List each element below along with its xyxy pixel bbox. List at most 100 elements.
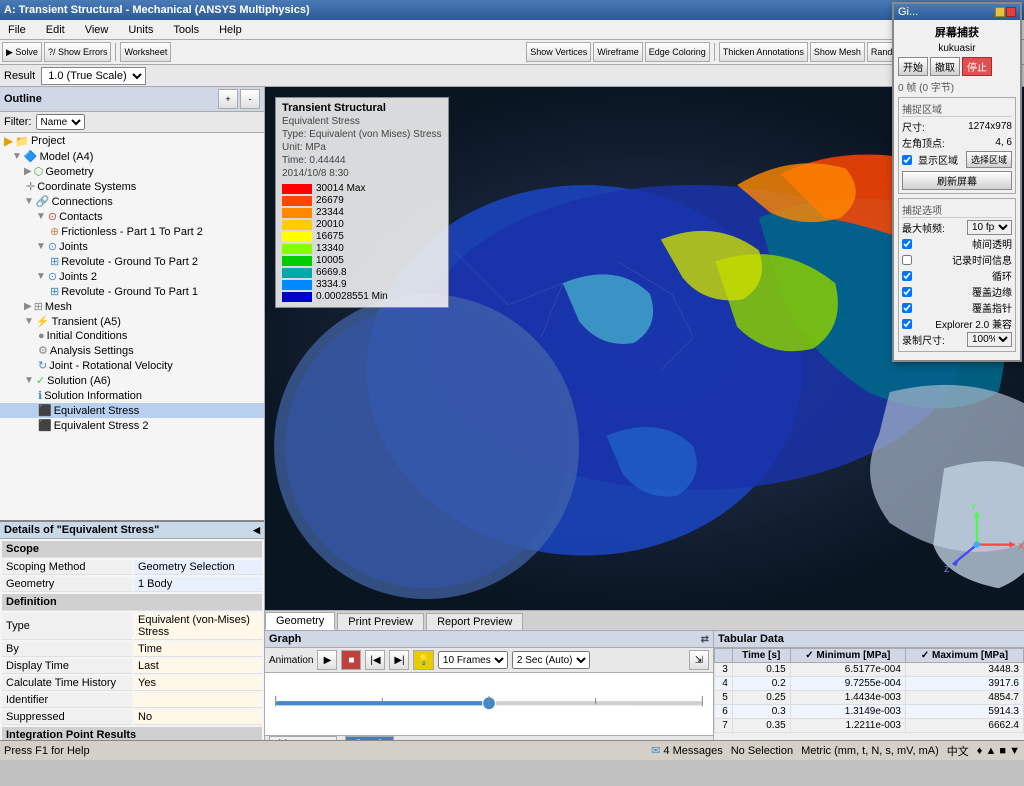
menu-file[interactable]: File xyxy=(2,22,32,38)
tree-mesh[interactable]: ▶ ⊞ Mesh xyxy=(0,299,264,314)
float-close-btn[interactable] xyxy=(1006,7,1016,17)
animation-frame2-btn[interactable]: ▶| xyxy=(389,650,409,670)
start-button[interactable]: 开始 xyxy=(898,57,928,76)
result-bar: Result 1.0 (True Scale) Probe xyxy=(0,65,1024,87)
fps-select[interactable]: 10 fps xyxy=(967,220,1012,235)
tree-joints[interactable]: ▼ ⊙ Joints xyxy=(0,239,264,254)
selection-status: No Selection xyxy=(731,745,793,757)
tree-equiv-stress2[interactable]: ⬛ Equivalent Stress 2 xyxy=(0,418,264,433)
show-vertices-button[interactable]: Show Vertices xyxy=(526,42,591,62)
graph-area xyxy=(265,673,713,735)
select-area-btn[interactable]: 选择区域 xyxy=(966,151,1012,168)
outline-collapse-btn[interactable]: - xyxy=(240,89,260,109)
details-table: Scope Scoping MethodGeometry Selection G… xyxy=(0,539,264,740)
worksheet-button[interactable]: Worksheet xyxy=(120,42,171,62)
tree-init-cond[interactable]: ● Initial Conditions xyxy=(0,329,264,343)
tree-analysis-settings[interactable]: ⚙ Analysis Settings xyxy=(0,343,264,358)
svg-text:X: X xyxy=(1018,541,1024,551)
tree-revolute1[interactable]: ⊞ Revolute - Ground To Part 2 xyxy=(0,254,264,269)
table-row[interactable]: 30.156.5177e-0043448.3 xyxy=(715,663,1024,677)
loop-checkbox[interactable] xyxy=(902,271,912,281)
animation-stop-btn[interactable]: ■ xyxy=(341,650,361,670)
tree-joint-velocity[interactable]: ↻ Joint - Rotational Velocity xyxy=(0,358,264,373)
cover-pointer-checkbox[interactable] xyxy=(902,303,912,313)
float-username: kukuasir xyxy=(898,43,1016,54)
tab-print-preview[interactable]: Print Preview xyxy=(337,613,424,630)
semi-transparent-checkbox[interactable] xyxy=(902,239,912,249)
animation-frame1-btn[interactable]: |◀ xyxy=(365,650,385,670)
tree-revolute2[interactable]: ⊞ Revolute - Ground To Part 1 xyxy=(0,284,264,299)
animation-play-btn[interactable]: ▶ xyxy=(317,650,337,670)
float-minimize-btn[interactable] xyxy=(995,7,1005,17)
table-row[interactable]: 40.29.7255e-0043917.6 xyxy=(715,677,1024,691)
menu-tools[interactable]: Tools xyxy=(167,22,205,38)
tree-geometry[interactable]: ▶ ⬡ Geometry xyxy=(0,164,264,179)
messages-tab[interactable]: Messages xyxy=(269,736,337,740)
solve-button[interactable]: ▶ Solve xyxy=(2,42,42,62)
stop-button[interactable]: 停止 xyxy=(962,57,992,76)
graph-header: Graph ⇄ xyxy=(265,631,713,648)
explorer-checkbox[interactable] xyxy=(902,319,912,329)
details-expand-icon: ◀ xyxy=(253,525,260,536)
tree-connections[interactable]: ▼ 🔗 Connections xyxy=(0,194,264,209)
float-title-bar: Gi... xyxy=(894,4,1020,20)
tree-project[interactable]: ▶ 📁 Project xyxy=(0,133,264,149)
outline-expand-btn[interactable]: + xyxy=(218,89,238,109)
legend-date: 2014/10/8 8:30 xyxy=(282,168,442,179)
tree-equiv-stress[interactable]: ⬛ Equivalent Stress xyxy=(0,403,264,418)
graph-controls: Animation ▶ ■ |◀ ▶| 💡 10 Frames 2 Sec (A… xyxy=(265,648,713,673)
app-title: A: Transient Structural - Mechanical (AN… xyxy=(4,4,310,16)
tree-contacts[interactable]: ▼ ⊙ Contacts xyxy=(0,209,264,224)
tree-frictionless[interactable]: ⊕ Frictionless - Part 1 To Part 2 xyxy=(0,224,264,239)
record-time-checkbox[interactable] xyxy=(902,255,912,265)
help-text: Press F1 for Help xyxy=(4,745,90,757)
section-scope: Scope xyxy=(2,541,262,558)
menu-help[interactable]: Help xyxy=(213,22,248,38)
tree-solution-info[interactable]: ℹ Solution Information xyxy=(0,388,264,403)
status-icons: ♦ ▲ ■ ▼ xyxy=(977,745,1020,757)
bottom-area: Graph ⇄ Animation ▶ ■ |◀ ▶| 💡 10 Frames … xyxy=(265,630,1024,740)
float-app-title: 屏幕捕获 xyxy=(898,24,1016,40)
filter-bar: Filter: Name xyxy=(0,112,264,133)
col-maximum: ✓ Maximum [MPa] xyxy=(905,649,1023,663)
cancel-button[interactable]: 撤取 xyxy=(930,57,960,76)
frames-select[interactable]: 10 Frames xyxy=(438,651,508,669)
record-size-select[interactable]: 100% xyxy=(967,332,1012,347)
show-area-checkbox[interactable] xyxy=(902,155,912,165)
thicken-button[interactable]: Thicken Annotations xyxy=(719,42,808,62)
cover-edge-checkbox[interactable] xyxy=(902,287,912,297)
menu-units[interactable]: Units xyxy=(122,22,159,38)
col-row xyxy=(715,649,733,663)
tree-coord-systems[interactable]: ✛ Coordinate Systems xyxy=(0,179,264,194)
table-row[interactable]: 70.351.2211e-0036662.4 xyxy=(715,719,1024,733)
tabular-table: Time [s] ✓ Minimum [MPa] ✓ Maximum [MPa]… xyxy=(714,648,1024,733)
menu-edit[interactable]: Edit xyxy=(40,22,71,38)
tree-model[interactable]: ▼ 🔷 Model (A4) xyxy=(0,149,264,164)
result-label: Result xyxy=(4,70,35,82)
tab-report-preview[interactable]: Report Preview xyxy=(426,613,523,630)
tree-joints2[interactable]: ▼ ⊙ Joints 2 xyxy=(0,269,264,284)
table-row[interactable]: 60.31.3149e-0035914.3 xyxy=(715,705,1024,719)
show-errors-button[interactable]: ?/ Show Errors xyxy=(44,42,112,62)
graph-tab[interactable]: Graph xyxy=(345,736,394,740)
tree-solution[interactable]: ▼ ✓ Solution (A6) xyxy=(0,373,264,388)
edge-coloring-button[interactable]: Edge Coloring xyxy=(645,42,710,62)
tree-transient[interactable]: ▼ ⚡ Transient (A5) xyxy=(0,314,264,329)
section-integration: Integration Point Results xyxy=(2,727,262,740)
legend-colors: 30014 Max 26679 23344 20010 16675 13340 … xyxy=(282,183,442,302)
show-mesh-button[interactable]: Show Mesh xyxy=(810,42,865,62)
details-header: Details of "Equivalent Stress" ◀ xyxy=(0,522,264,539)
graph-export-btn[interactable]: ⇲ xyxy=(689,650,709,670)
result-dropdown[interactable]: 1.0 (True Scale) xyxy=(41,67,146,85)
tab-geometry[interactable]: Geometry xyxy=(265,612,335,630)
refresh-screen-btn[interactable]: 刷新屏幕 xyxy=(902,171,1012,190)
animation-light-btn[interactable]: 💡 xyxy=(413,650,433,670)
capture-region-section: 捕捉区域 尺寸:1274x978 左角顶点:4, 6 显示区域 选择区域 刷新屏… xyxy=(898,97,1016,194)
wireframe-button[interactable]: Wireframe xyxy=(593,42,643,62)
table-row[interactable]: 50.251.4434e-0034854.7 xyxy=(715,691,1024,705)
float-body: 屏幕捕获 kukuasir 开始 撤取 停止 0 帧 (0 字节) 捕捉区域 尺… xyxy=(894,20,1020,360)
filter-select[interactable]: Name xyxy=(36,114,85,130)
duration-select[interactable]: 2 Sec (Auto) xyxy=(512,651,590,669)
col-minimum: ✓ Minimum [MPa] xyxy=(790,649,905,663)
menu-view[interactable]: View xyxy=(79,22,115,38)
